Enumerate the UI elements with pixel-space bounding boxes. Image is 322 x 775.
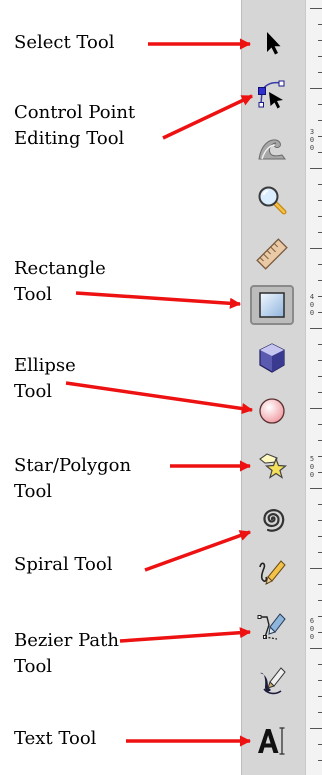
arrow-bezier-path-tool: [119, 627, 252, 643]
arrow-spiral-tool: [144, 530, 252, 572]
arrow-control-point-tool: [162, 94, 254, 140]
annotation-arrows: [65, 38, 254, 747]
arrow-rectangle-tool: [75, 291, 242, 309]
arrow-ellipse-tool: [65, 381, 254, 415]
